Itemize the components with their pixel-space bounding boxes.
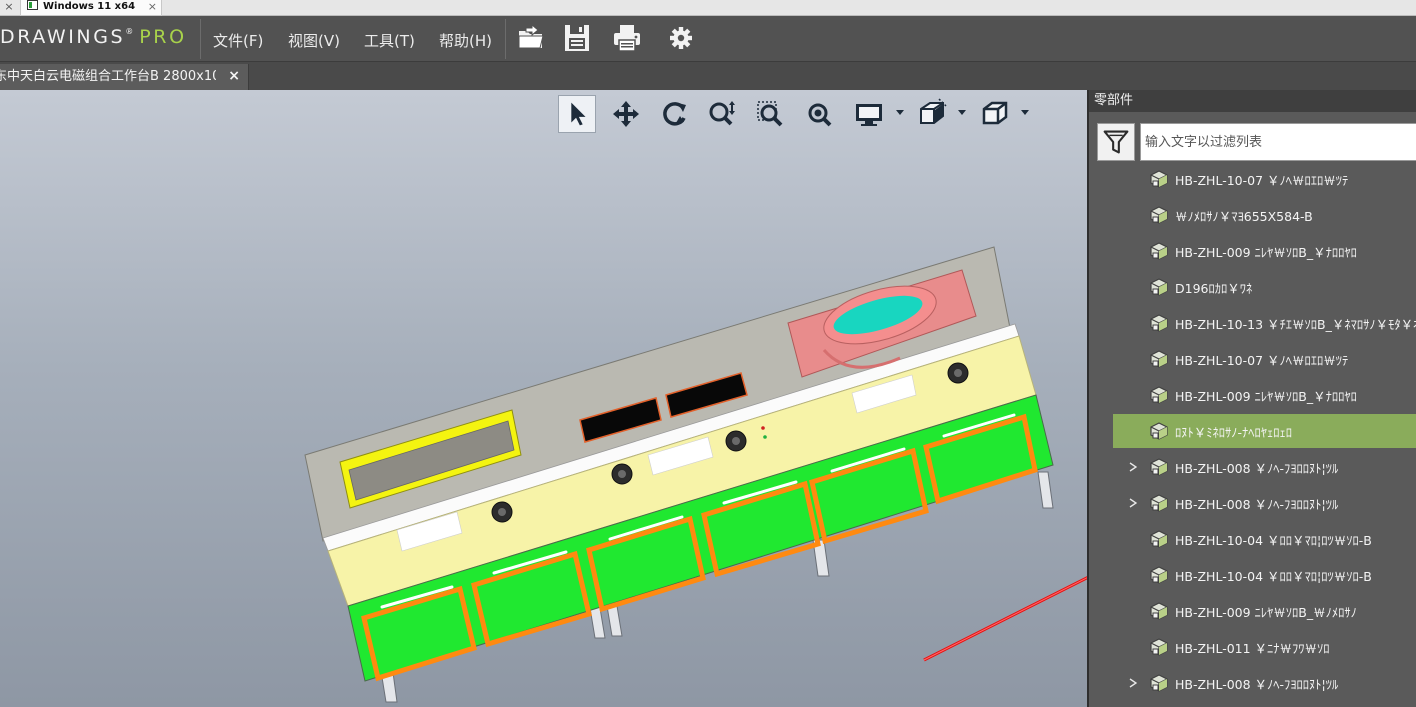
zoom-icon[interactable] — [703, 95, 741, 133]
part-icon — [1150, 350, 1168, 368]
tree-row-label: HB-ZHL-10-07 ￥ﾉﾍ￦ﾛｴﾛ￦ﾂﾃ — [1175, 173, 1349, 188]
tree-row-label: HB-ZHL-009 ﾆﾚﾔ￦ｿﾛB_￦ﾉﾒﾛｻﾉ — [1175, 605, 1357, 620]
logo-main: DRAWINGS — [0, 26, 126, 48]
part-icon — [1150, 242, 1168, 260]
expand-chevron-right-icon[interactable] — [1129, 498, 1137, 508]
document-tab-title: 东中天白云电磁组合工作台B 2800x1000... — [0, 69, 216, 84]
tree-row-label: HB-ZHL-10-07 ￥ﾉﾍ￦ﾛｴﾛ￦ﾂﾃ — [1175, 353, 1349, 368]
tree-row-label: HB-ZHL-009 ﾆﾚﾔ￦ｿﾛB_￥ﾅﾛﾛﾔﾛ — [1175, 389, 1357, 404]
tree-row-label: ￦ﾉﾒﾛｻﾉ￥ﾏﾖ655X584-B — [1175, 209, 1313, 224]
assembly-icon — [1150, 494, 1168, 512]
filter-funnel-icon[interactable] — [1097, 123, 1135, 161]
expand-chevron-right-icon[interactable] — [1129, 462, 1137, 472]
tree-row-label: HB-ZHL-10-04 ￥ﾛﾛ￥ﾏﾛ¦ﾛﾂ￦ｿﾛ-B — [1175, 533, 1372, 548]
tree-row-part[interactable]: HB-ZHL-10-04 ￥ﾛﾛ￥ﾏﾛ¦ﾛﾂ￦ｿﾛ-B — [1089, 558, 1416, 592]
menu-divider — [200, 19, 201, 59]
tree-row-part[interactable]: HB-ZHL-009 ﾆﾚﾔ￦ｿﾛB_￦ﾉﾒﾛｻﾉ — [1089, 594, 1416, 628]
tree-row-part[interactable]: HB-ZHL-008 ￥ﾉﾍ-ﾌﾖﾛﾛﾇﾄ¦ﾂﾙ — [1089, 486, 1416, 520]
assembly-icon — [1150, 674, 1168, 692]
display-dropdown-chevron-down-icon[interactable] — [896, 110, 904, 116]
tree-row-label: D196ﾛｶﾛ￥ﾜﾈ — [1175, 281, 1253, 296]
host-tab-windows[interactable]: Windows 11 x64 × — [20, 0, 162, 16]
menu-help[interactable]: 帮助(H) — [439, 30, 492, 50]
menu-view[interactable]: 视图(V) — [288, 30, 340, 50]
view-cube-icon[interactable] — [976, 95, 1014, 133]
zoom-window-icon[interactable] — [751, 95, 789, 133]
document-tab-bar: 东中天白云电磁组合工作台B 2800x1000... × — [0, 62, 1416, 90]
tree-row-part[interactable]: HB-ZHL-009 ﾆﾚﾔ￦ｿﾛB_￥ﾅﾛﾛﾔﾛ — [1089, 378, 1416, 412]
part-icon — [1150, 422, 1168, 440]
host-tab-strip: × Windows 11 x64 × — [0, 0, 1416, 16]
tree-row-label: HB-ZHL-009 ﾆﾚﾔ￦ｿﾛB_￥ﾅﾛﾛﾔﾛ — [1175, 245, 1357, 260]
vm-icon — [27, 0, 38, 10]
pan-move-icon[interactable] — [607, 95, 645, 133]
gear-icon[interactable] — [666, 22, 696, 54]
document-tab-close-icon[interactable]: × — [228, 64, 240, 89]
annotation-arrow — [923, 576, 1087, 662]
tree-row-part[interactable]: ￦ﾉﾒﾛｻﾉ￥ﾏﾖ655X584-B — [1089, 198, 1416, 232]
document-tab[interactable]: 东中天白云电磁组合工作台B 2800x1000... × — [0, 64, 249, 90]
tree-row-part[interactable]: HB-ZHL-009 ﾆﾚﾔ￦ｿﾛB_￥ﾅﾛﾛﾔﾛ — [1089, 234, 1416, 268]
parts-panel: 零部件 HB-ZHL-10-07 ￥ﾉﾍ￦ﾛｴﾛ￦ﾂﾃ ￦ﾉﾒﾛｻﾉ￥ﾏﾖ655X… — [1087, 90, 1416, 707]
tree-row-label: HB-ZHL-008 ￥ﾉﾍ-ﾌﾖﾛﾛﾇﾄ¦ﾂﾙ — [1175, 677, 1339, 692]
3d-viewport[interactable] — [0, 90, 1087, 707]
part-icon — [1150, 602, 1168, 620]
tree-row-part[interactable]: HB-ZHL-10-13 ￥ﾁｴ￦ｿﾛB_￥ﾈﾏﾛｻﾉ￥ﾓﾀ￥ﾈﾂ — [1089, 306, 1416, 340]
parts-panel-title: 零部件 — [1089, 90, 1416, 112]
part-icon — [1150, 638, 1168, 656]
view-dropdown-chevron-down-icon[interactable] — [1021, 110, 1029, 116]
section-view-icon[interactable] — [913, 95, 951, 133]
menu-file[interactable]: 文件(F) — [213, 30, 263, 50]
print-icon[interactable] — [612, 22, 642, 54]
tree-row-part[interactable]: HB-ZHL-10-07 ￥ﾉﾍ￦ﾛｴﾛ￦ﾂﾃ — [1089, 162, 1416, 196]
part-icon — [1150, 170, 1168, 188]
host-tab-close-icon[interactable]: × — [148, 0, 157, 13]
app-logo: DRAWINGS® PRO — [0, 26, 187, 50]
assembly-icon — [1150, 458, 1168, 476]
menu-bar: DRAWINGS® PRO 文件(F) 视图(V) 工具(T) 帮助(H) — [0, 16, 1416, 62]
part-icon — [1150, 314, 1168, 332]
host-prev-tab-close-icon[interactable]: × — [0, 0, 18, 16]
app-window: × Windows 11 x64 × DRAWINGS® PRO 文件(F) 视图… — [0, 0, 1416, 707]
workbench-3d-model[interactable] — [0, 90, 1087, 707]
save-icon[interactable] — [562, 22, 592, 54]
rotate-icon[interactable] — [655, 95, 693, 133]
tree-row-part[interactable]: HB-ZHL-008 ￥ﾉﾍ-ﾌﾖﾛﾛﾇﾄ¦ﾂﾙ — [1089, 450, 1416, 484]
tree-row-part[interactable]: HB-ZHL-011 ￥ﾆﾅ￦ﾌﾜ￦ｿﾛ — [1089, 630, 1416, 664]
part-icon — [1150, 206, 1168, 224]
host-tab-label: Windows 11 x64 — [43, 1, 136, 12]
part-icon — [1150, 566, 1168, 584]
display-monitor-icon[interactable] — [850, 95, 888, 133]
toolbar-divider — [505, 19, 506, 59]
zoom-fit-icon[interactable] — [800, 95, 838, 133]
parts-tree[interactable]: HB-ZHL-10-07 ￥ﾉﾍ￦ﾛｴﾛ￦ﾂﾃ ￦ﾉﾒﾛｻﾉ￥ﾏﾖ655X584-… — [1089, 162, 1416, 707]
tree-row-part[interactable]: HB-ZHL-10-07 ￥ﾉﾍ￦ﾛｴﾛ￦ﾂﾃ — [1089, 342, 1416, 376]
tree-row-part[interactable]: HB-ZHL-10-04 ￥ﾛﾛ￥ﾏﾛ¦ﾛﾂ￦ｿﾛ-B — [1089, 522, 1416, 556]
logo-pro: PRO — [139, 26, 187, 48]
tree-row-label: HB-ZHL-10-13 ￥ﾁｴ￦ｿﾛB_￥ﾈﾏﾛｻﾉ￥ﾓﾀ￥ﾈﾂ — [1175, 317, 1416, 332]
parts-filter-input[interactable] — [1140, 123, 1416, 161]
tree-row-label: HB-ZHL-011 ￥ﾆﾅ￦ﾌﾜ￦ｿﾛ — [1175, 641, 1330, 656]
tree-row-label: ﾛﾇﾄ￥ﾐﾈﾛｻﾉ-ﾅﾍﾛﾔｪﾛｪﾛ — [1175, 425, 1293, 440]
tree-row-label: HB-ZHL-008 ￥ﾉﾍ-ﾌﾖﾛﾛﾇﾄ¦ﾂﾙ — [1175, 461, 1339, 476]
tree-row-part[interactable]: ﾛﾇﾄ￥ﾐﾈﾛｻﾉ-ﾅﾍﾛﾔｪﾛｪﾛ — [1113, 414, 1416, 448]
tree-row-label: HB-ZHL-10-04 ￥ﾛﾛ￥ﾏﾛ¦ﾛﾂ￦ｿﾛ-B — [1175, 569, 1372, 584]
tree-row-part[interactable]: HB-ZHL-008 ￥ﾉﾍ-ﾌﾖﾛﾛﾇﾄ¦ﾂﾙ — [1089, 666, 1416, 700]
part-icon — [1150, 530, 1168, 548]
menu-tools[interactable]: 工具(T) — [364, 30, 415, 50]
expand-chevron-right-icon[interactable] — [1129, 678, 1137, 688]
part-icon — [1150, 278, 1168, 296]
logo-registered-mark: ® — [125, 27, 134, 36]
part-icon — [1150, 386, 1168, 404]
tree-row-part[interactable]: D196ﾛｶﾛ￥ﾜﾈ — [1089, 270, 1416, 304]
tree-row-label: HB-ZHL-008 ￥ﾉﾍ-ﾌﾖﾛﾛﾇﾄ¦ﾂﾙ — [1175, 497, 1339, 512]
section-dropdown-chevron-down-icon[interactable] — [958, 110, 966, 116]
select-arrow-icon[interactable] — [558, 95, 596, 133]
open-folder-icon[interactable] — [516, 22, 546, 54]
